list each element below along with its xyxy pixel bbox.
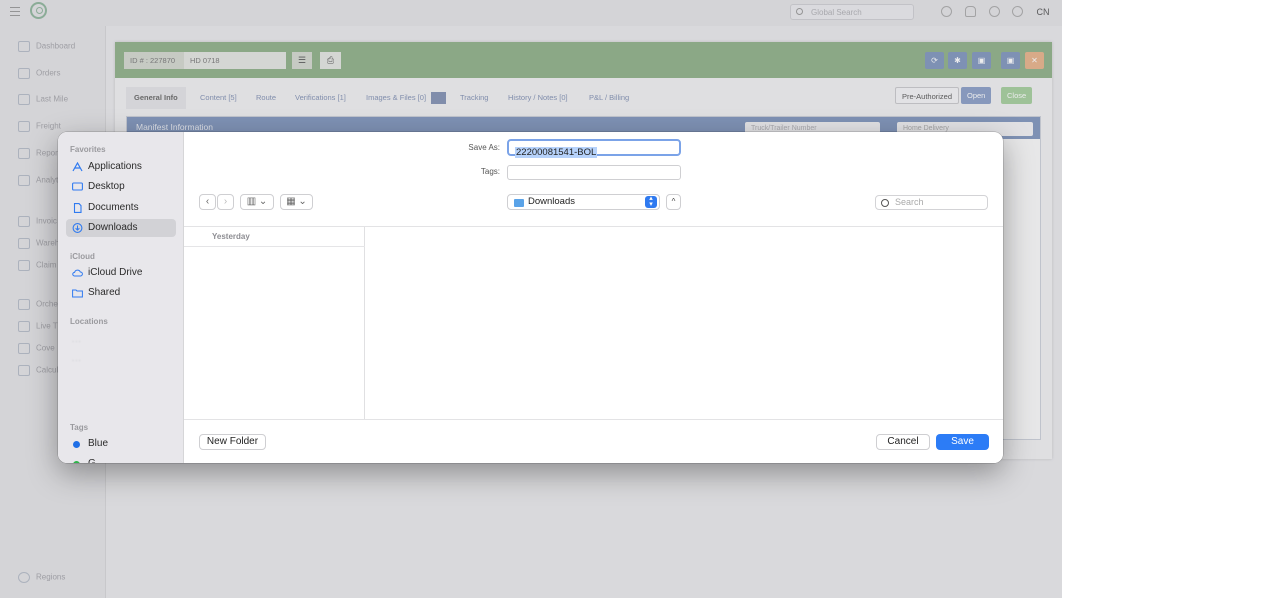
- sidebar-item-tag-blue[interactable]: Blue: [66, 435, 176, 453]
- icloud-header: iCloud: [70, 252, 95, 261]
- sidebar-item-shared[interactable]: Shared: [66, 284, 176, 302]
- file-column: Yesterday: [184, 227, 365, 420]
- back-button[interactable]: ‹: [199, 194, 216, 210]
- downloads-icon: [72, 223, 83, 233]
- search-placeholder: Search: [895, 197, 924, 207]
- updown-arrow-icon: ▴ ▾: [645, 195, 657, 208]
- sidebar-item-applications[interactable]: Applications: [66, 158, 176, 176]
- sidebar-item-documents[interactable]: Documents: [66, 199, 176, 217]
- location-item[interactable]: ...: [72, 335, 82, 344]
- group-header: Yesterday: [212, 232, 250, 241]
- save-as-input[interactable]: 22200081541-BOL: [507, 139, 681, 158]
- location-select[interactable]: Downloads ▴ ▾: [507, 194, 660, 210]
- save-as-label: Save As:: [468, 143, 500, 152]
- collapse-button[interactable]: ^: [666, 194, 681, 210]
- locations-header: Locations: [70, 317, 108, 326]
- dialog-sidebar: Favorites Applications Desktop Documents…: [58, 132, 184, 463]
- group-by-button[interactable]: ▦ ⌄: [280, 194, 313, 210]
- tags-input[interactable]: [507, 165, 681, 180]
- sidebar-item-desktop[interactable]: Desktop: [66, 178, 176, 196]
- document-icon: [73, 203, 82, 213]
- view-columns-button[interactable]: ▥ ⌄: [240, 194, 274, 210]
- applications-icon: [72, 162, 83, 172]
- cancel-button[interactable]: Cancel: [876, 434, 930, 450]
- folder-icon: [514, 199, 524, 207]
- save-button[interactable]: Save: [936, 434, 989, 450]
- sidebar-item-downloads[interactable]: Downloads: [66, 219, 176, 237]
- tags-header: Tags: [70, 423, 89, 432]
- new-folder-button[interactable]: New Folder: [199, 434, 266, 450]
- sidebar-item-tag-green[interactable]: G: [66, 455, 176, 463]
- favorites-header: Favorites: [70, 145, 106, 154]
- forward-button[interactable]: ›: [217, 194, 234, 210]
- save-as-value: 22200081541-BOL: [515, 147, 598, 158]
- divider: [184, 246, 365, 247]
- sidebar-item-icloud-drive[interactable]: iCloud Drive: [66, 264, 176, 282]
- search-icon: [881, 199, 889, 207]
- dialog-footer: New Folder Cancel Save: [184, 419, 1003, 463]
- tags-label: Tags:: [480, 167, 500, 176]
- file-browser: Yesterday: [184, 226, 1003, 420]
- cloud-icon: [72, 269, 83, 277]
- location-value: Downloads: [528, 196, 575, 207]
- shared-folder-icon: [72, 289, 83, 298]
- dialog-search-input[interactable]: Search: [875, 195, 988, 210]
- desktop-icon: [72, 182, 83, 191]
- location-item[interactable]: ...: [72, 354, 82, 363]
- save-dialog: Favorites Applications Desktop Documents…: [58, 132, 1003, 463]
